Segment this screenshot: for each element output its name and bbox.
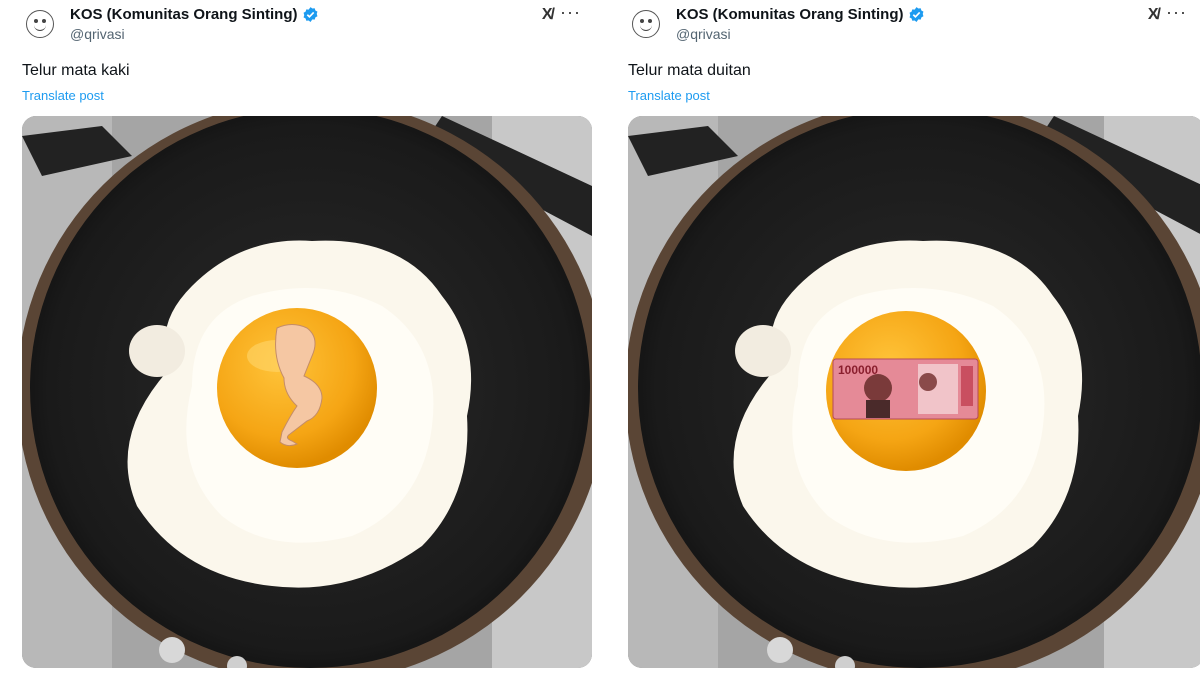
- author-name-row: KOS (Komunitas Orang Sinting): [676, 6, 925, 23]
- author-name-row: KOS (Komunitas Orang Sinting): [70, 6, 319, 23]
- grok-icon[interactable]: X/: [1148, 6, 1161, 24]
- avatar-eye: [648, 19, 652, 23]
- verified-badge-icon: [303, 7, 317, 22]
- tweet-card-2[interactable]: KOS (Komunitas Orang Sinting) @qrivasi X…: [606, 0, 1200, 675]
- fried-egg-pan-image: [22, 116, 592, 668]
- avatar-eye: [640, 19, 644, 23]
- avatar-mouth: [34, 25, 46, 31]
- verified-badge-icon: [909, 7, 923, 22]
- tweet-card-1[interactable]: KOS (Komunitas Orang Sinting) @qrivasi X…: [0, 0, 592, 675]
- avatar[interactable]: [26, 10, 54, 38]
- author-handle[interactable]: @qrivasi: [70, 26, 125, 42]
- author-display-name[interactable]: KOS (Komunitas Orang Sinting): [676, 6, 904, 23]
- banknote-value: 100000: [838, 363, 878, 377]
- grok-icon[interactable]: X/: [542, 6, 555, 24]
- avatar[interactable]: [632, 10, 660, 38]
- more-options-icon[interactable]: ···: [560, 2, 581, 23]
- post-image[interactable]: 100000: [628, 116, 1200, 668]
- author-handle[interactable]: @qrivasi: [676, 26, 731, 42]
- avatar-mouth: [640, 25, 652, 31]
- more-options-icon[interactable]: ···: [1166, 2, 1187, 23]
- translate-post-link[interactable]: Translate post: [22, 88, 104, 103]
- post-text: Telur mata duitan: [628, 62, 751, 79]
- post-image[interactable]: [22, 116, 592, 668]
- banknote-icon: 100000: [832, 358, 979, 420]
- author-display-name[interactable]: KOS (Komunitas Orang Sinting): [70, 6, 298, 23]
- avatar-eye: [34, 19, 38, 23]
- post-text: Telur mata kaki: [22, 62, 130, 79]
- fried-egg-pan-image: 100000: [628, 116, 1200, 668]
- avatar-eye: [42, 19, 46, 23]
- translate-post-link[interactable]: Translate post: [628, 88, 710, 103]
